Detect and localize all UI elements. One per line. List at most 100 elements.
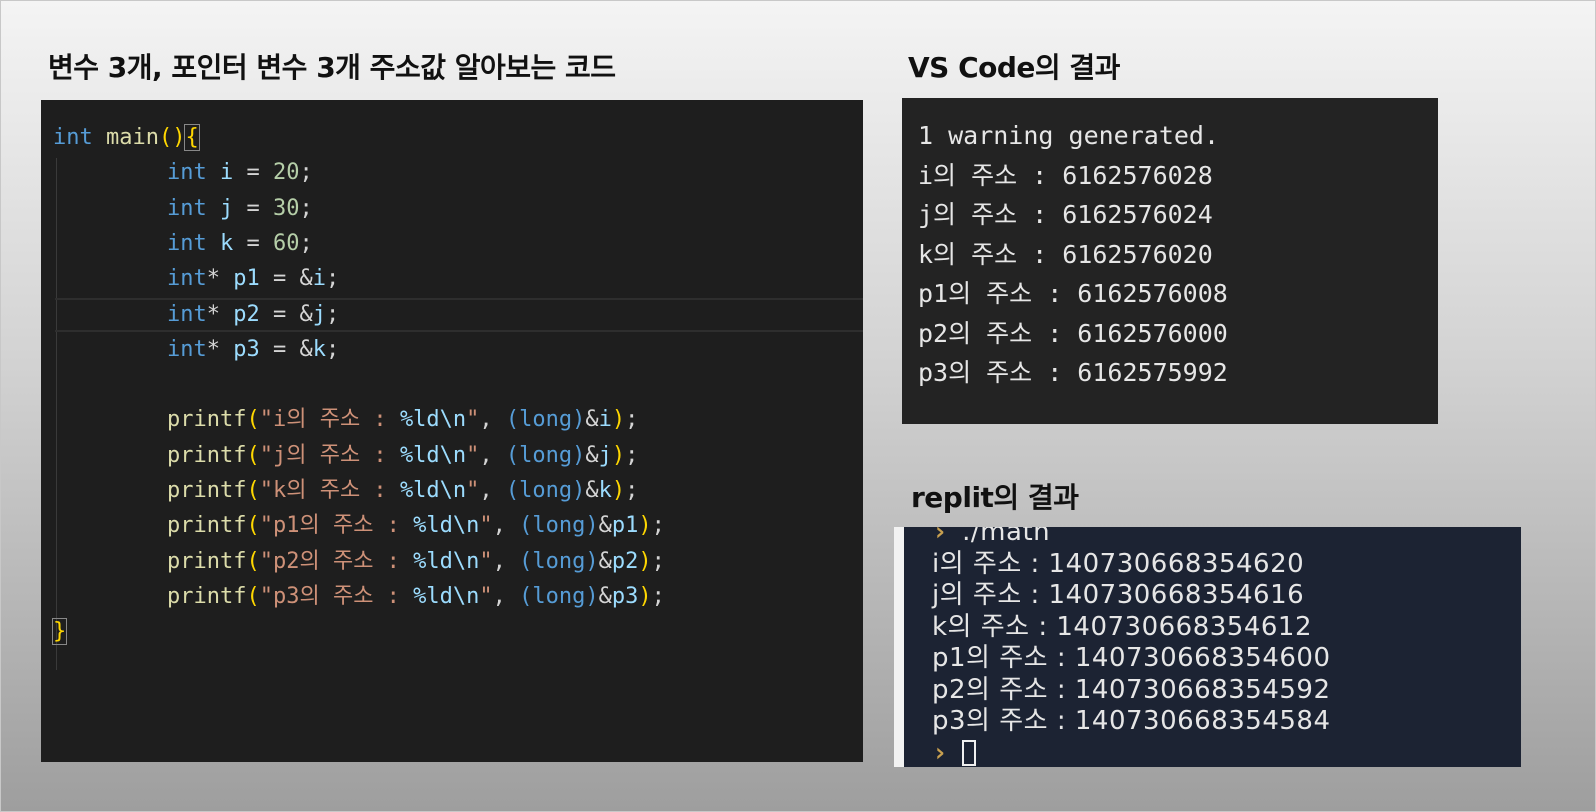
vscode-output-line: i의 주소 : 6162576028 — [918, 160, 1213, 190]
code-token: " — [479, 583, 493, 609]
code-token: j — [312, 301, 326, 327]
code-token: k — [598, 478, 612, 503]
code-token: " — [479, 513, 493, 539]
code-token: printf — [167, 407, 247, 433]
replit-output-line: k의 주소 : 140730668354612 — [932, 611, 1313, 642]
code-token: %ld\n — [413, 513, 480, 539]
replit-command-line: › ./math — [932, 527, 1331, 549]
code-token: " — [479, 548, 493, 574]
code-token: 60 — [273, 230, 300, 256]
vscode-output-line: p1의 주소 : 6162576008 — [918, 279, 1228, 308]
code-token: (long) — [519, 513, 599, 539]
code-token: ( — [246, 442, 260, 468]
replit-output-line: j의 주소 : 140730668354616 — [932, 580, 1305, 610]
code-token: (long) — [505, 407, 586, 433]
code-token: printf — [167, 548, 247, 574]
code-token: p1 — [611, 513, 639, 539]
code-token: & — [598, 513, 612, 539]
code-line-printf: printf("p1의 주소 : %ld\n", (long)&p1); — [53, 510, 665, 542]
code-token: (long) — [519, 548, 599, 574]
code-line-printf: printf("p3의 주소 : %ld\n", (long)&p3); — [53, 581, 665, 613]
code-token: int — [167, 266, 207, 292]
code-token: , — [479, 442, 506, 468]
code-token: "j의 주소 : — [259, 442, 400, 468]
code-token: ) — [611, 478, 626, 503]
code-token: () — [158, 125, 186, 150]
code-token: * — [206, 301, 234, 327]
code-token: " — [466, 442, 480, 468]
code-line-main: int main(){ — [53, 122, 200, 154]
code-token: printf — [167, 513, 247, 539]
code-token: %ld\n — [399, 442, 467, 468]
code-line-closing: } — [51, 616, 68, 648]
replit-command: ./math — [962, 527, 1051, 547]
code-token: %ld\n — [413, 583, 480, 609]
code-token: ) — [611, 442, 626, 468]
replit-output-lines: › ./math i의 주소 : 140730668354620 j의 주소 : 1… — [932, 527, 1331, 767]
code-token: p3 — [233, 336, 260, 362]
code-line-printf: printf("k의 주소 : %ld\n", (long)&k); — [53, 475, 638, 507]
code-token: ; — [325, 336, 340, 362]
code-token: ; — [325, 301, 340, 327]
replit-prompt-line[interactable]: › — [932, 738, 1331, 767]
replit-console[interactable]: › ./math i의 주소 : 140730668354620 j의 주소 : 1… — [894, 527, 1521, 767]
code-token: j — [598, 442, 612, 468]
code-token: int — [167, 195, 207, 221]
code-token: i — [312, 266, 326, 292]
code-token: ; — [651, 583, 665, 609]
code-token: i — [598, 407, 612, 433]
code-token: , — [492, 548, 520, 574]
code-token: (long) — [519, 583, 599, 609]
vscode-output-line: j의 주소 : 6162576024 — [918, 200, 1213, 229]
code-token: j — [220, 195, 234, 221]
code-token: p3 — [611, 583, 639, 609]
code-token: , — [492, 583, 520, 609]
code-token: " — [466, 407, 480, 433]
code-token: "i의 주소 : — [259, 407, 400, 433]
vscode-output-line: k의 주소 : 6162576020 — [918, 239, 1213, 269]
vscode-terminal-output[interactable]: 1 warning generated. i의 주소 : 6162576028 j의… — [902, 98, 1438, 424]
code-token: (long) — [505, 442, 586, 468]
code-token: printf — [167, 478, 247, 503]
code-line-printf: printf("j의 주소 : %ld\n", (long)&j); — [53, 440, 638, 472]
code-line-decl: int* p1 = &i; — [53, 263, 339, 295]
code-token: * — [206, 266, 234, 292]
terminal-cursor[interactable] — [962, 740, 977, 766]
code-token: ( — [246, 548, 260, 574]
code-token: printf — [167, 583, 247, 609]
code-token: main — [106, 125, 159, 150]
code-token: "k의 주소 : — [259, 478, 400, 503]
code-token: ) — [638, 583, 652, 609]
code-token: "p3의 주소 : — [259, 583, 414, 609]
code-editor[interactable]: int main(){int i = 20; int j = 30; int k =… — [41, 100, 863, 762]
code-token: p2 — [233, 301, 260, 327]
code-token: , — [479, 478, 506, 503]
code-token: int — [167, 230, 207, 256]
code-token: k — [312, 336, 326, 362]
code-token: " — [466, 478, 480, 503]
replit-result-title: replit의 결과 — [911, 481, 1079, 514]
code-token: ( — [246, 513, 260, 539]
code-token: int — [53, 125, 93, 150]
code-token: , — [492, 513, 520, 539]
code-token: ) — [638, 548, 652, 574]
code-line-decl: int k = 60; — [53, 228, 313, 260]
code-token: ; — [651, 513, 665, 539]
code-token: = & — [259, 336, 313, 362]
code-token: & — [598, 548, 612, 574]
code-token: & — [585, 478, 599, 503]
code-token: = — [233, 195, 273, 221]
code-token: ; — [299, 195, 313, 221]
replit-output-line: i의 주소 : 140730668354620 — [932, 548, 1305, 579]
code-token: & — [585, 407, 599, 433]
code-token: & — [585, 442, 599, 468]
code-line-decl: int j = 30; — [53, 193, 313, 225]
code-token: = & — [259, 301, 313, 327]
code-token: ; — [625, 478, 639, 503]
code-token: = — [233, 230, 273, 256]
code-token: %ld\n — [399, 407, 467, 433]
code-token: "p1의 주소 : — [259, 513, 414, 539]
code-token: ; — [651, 548, 665, 574]
